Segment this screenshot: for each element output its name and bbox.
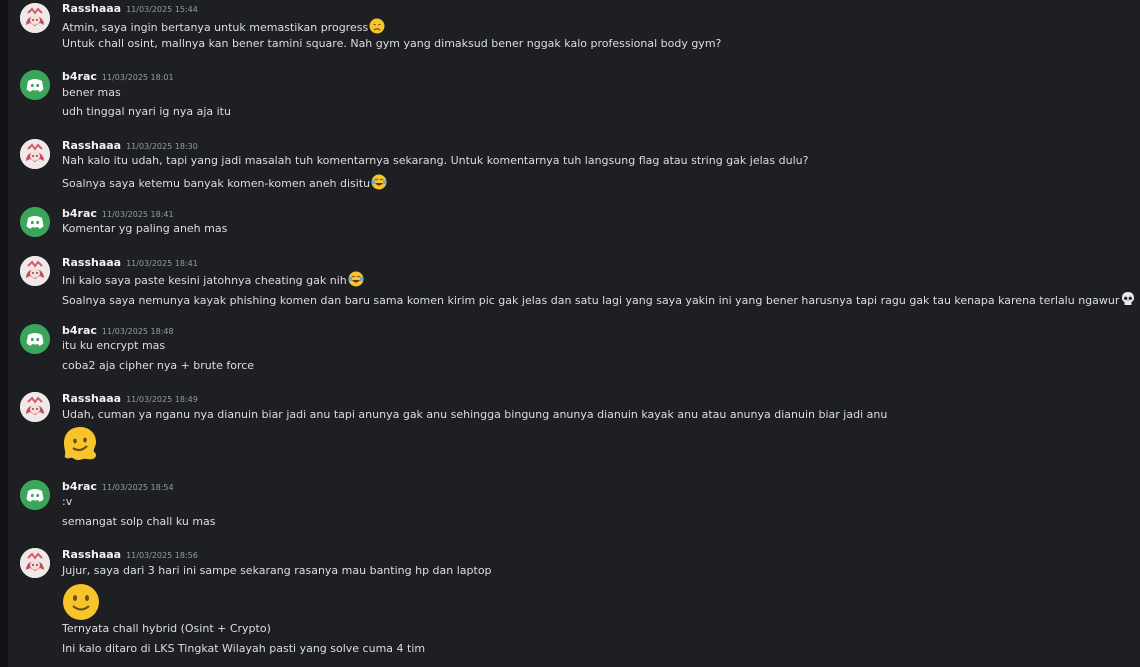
username[interactable]: b4rac 11/03/2025 18:54 (62, 480, 174, 493)
timestamp: 11/03/2025 18:30 (126, 142, 198, 151)
username[interactable]: Rasshaaa 11/03/2025 18:41 (62, 256, 198, 269)
anime-avatar-icon (20, 256, 50, 286)
avatar[interactable] (20, 392, 50, 422)
avatar[interactable] (20, 256, 50, 286)
username[interactable]: Rasshaaa 11/03/2025 18:30 (62, 139, 198, 152)
avatar[interactable] (20, 548, 50, 578)
left-gutter (0, 0, 8, 667)
avatar[interactable] (20, 480, 50, 510)
discord-logo-icon (20, 324, 50, 354)
avatar[interactable] (20, 207, 50, 237)
message-line: Jujur, saya dari 3 hari ini sampe sekara… (62, 564, 492, 577)
timestamp: 11/03/2025 18:56 (126, 551, 198, 560)
message-line: bener mas (62, 86, 121, 99)
message-line: Soalnya saya nemunya kayak phishing kome… (62, 291, 1136, 310)
skull-emoji-icon (1120, 291, 1136, 310)
message-line: Ternyata chall hybrid (Osint + Crypto) (62, 622, 271, 635)
message-line: itu ku encrypt mas (62, 339, 166, 352)
message-line: Udah, cuman ya nganu nya dianuin biar ja… (62, 408, 888, 421)
message-line: udh tinggal nyari ig nya aja itu (62, 105, 231, 118)
melting-face-emoji-icon[interactable] (62, 425, 98, 467)
message-line: :v (62, 495, 73, 508)
username[interactable]: b4rac 11/03/2025 18:01 (62, 70, 174, 83)
username[interactable]: Rasshaaa 11/03/2025 18:56 (62, 548, 198, 561)
discord-logo-icon (20, 480, 50, 510)
message-line: Ini kalo ditaro di LKS Tingkat Wilayah p… (62, 642, 426, 655)
chat-log: Rasshaaa 11/03/2025 15:44 Atmin, saya ing… (8, 0, 1140, 667)
message-line: semangat solp chall ku mas (62, 515, 216, 528)
message-line: Komentar yg paling aneh mas (62, 222, 228, 235)
timestamp: 11/03/2025 18:48 (101, 327, 174, 336)
joy-emoji-icon (371, 174, 387, 193)
username[interactable]: b4rac 11/03/2025 18:41 (62, 207, 174, 220)
anime-avatar-icon (20, 548, 50, 578)
timestamp: 11/03/2025 18:41 (126, 259, 198, 268)
avatar[interactable] (20, 3, 50, 33)
timestamp: 11/03/2025 18:54 (101, 483, 174, 492)
avatar[interactable] (20, 324, 50, 354)
joy-emoji-icon (348, 271, 364, 290)
anime-avatar-icon (20, 139, 50, 169)
message-line: Soalnya saya ketemu banyak komen-komen a… (62, 174, 387, 193)
message-line: Nah kalo itu udah, tapi yang jadi masala… (62, 154, 809, 167)
timestamp: 11/03/2025 15:44 (126, 5, 198, 14)
username[interactable]: Rasshaaa 11/03/2025 18:49 (62, 392, 198, 405)
slightly-smiling-emoji-icon[interactable] (62, 583, 100, 625)
timestamp: 11/03/2025 18:01 (101, 73, 174, 82)
username[interactable]: b4rac 11/03/2025 18:48 (62, 324, 174, 337)
avatar[interactable] (20, 139, 50, 169)
message-line: coba2 aja cipher nya + brute force (62, 359, 255, 372)
username[interactable]: Rasshaaa 11/03/2025 15:44 (62, 2, 198, 15)
disappointed-emoji-icon (369, 18, 385, 37)
discord-logo-icon (20, 70, 50, 100)
avatar[interactable] (20, 70, 50, 100)
timestamp: 11/03/2025 18:41 (101, 210, 174, 219)
message-line: Ini kalo saya paste kesini jatohnya chea… (62, 271, 364, 290)
message-line: Atmin, saya ingin bertanya untuk memasti… (62, 18, 385, 37)
message-line: Untuk chall osint, mallnya kan bener tam… (62, 37, 722, 50)
anime-avatar-icon (20, 3, 50, 33)
timestamp: 11/03/2025 18:49 (126, 395, 198, 404)
anime-avatar-icon (20, 392, 50, 422)
discord-logo-icon (20, 207, 50, 237)
